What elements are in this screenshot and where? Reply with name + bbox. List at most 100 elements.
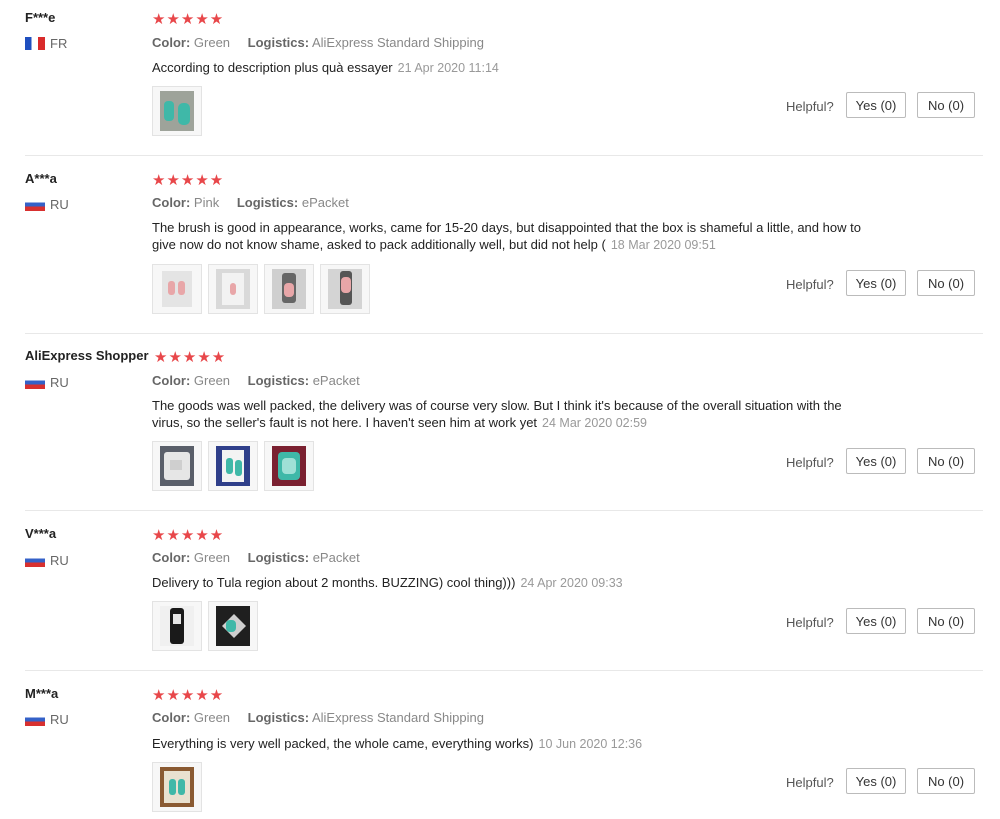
russia-flag-icon <box>25 376 45 389</box>
review-text: The brush is good in appearance, works, … <box>152 219 872 254</box>
review-divider <box>25 155 983 156</box>
review-body: The goods was well packed, the delivery … <box>152 398 842 430</box>
review-date: 10 Jun 2020 12:36 <box>538 737 643 751</box>
review-meta: Color: Green Logistics: AliExpress Stand… <box>152 710 484 725</box>
review-date: 21 Apr 2020 11:14 <box>397 61 499 75</box>
helpful-yes-button[interactable]: Yes (0) <box>846 92 906 118</box>
france-flag-icon <box>25 37 45 50</box>
logistics-label: Logistics: <box>247 550 310 565</box>
review-date: 24 Apr 2020 09:33 <box>520 576 623 590</box>
review-photo-thumbnail[interactable] <box>152 601 202 651</box>
star-rating: ★★★★★ <box>152 527 225 544</box>
review-photo-thumbnail[interactable] <box>152 86 202 136</box>
country-code: RU <box>50 197 69 212</box>
helpful-yes-button[interactable]: Yes (0) <box>846 448 906 474</box>
review-photos <box>152 601 258 651</box>
russia-flag-icon <box>25 554 45 567</box>
helpful-label: Helpful? <box>786 277 834 292</box>
review-body: Everything is very well packed, the whol… <box>152 736 534 751</box>
helpful-no-button[interactable]: No (0) <box>917 768 975 794</box>
review-photo-thumbnail[interactable] <box>152 264 202 314</box>
color-label: Color: <box>152 35 191 50</box>
helpful-no-button[interactable]: No (0) <box>917 608 975 634</box>
color-label: Color: <box>152 550 191 565</box>
review-body: The brush is good in appearance, works, … <box>152 220 861 252</box>
logistics-label: Logistics: <box>247 373 310 388</box>
reviewer-country: RU <box>25 553 69 568</box>
star-rating: ★★★★★ <box>154 349 227 366</box>
helpful-no-button[interactable]: No (0) <box>917 92 975 118</box>
review-meta: Color: Green Logistics: ePacket <box>152 373 360 388</box>
reviewer-country: RU <box>25 712 69 727</box>
review-photo-thumbnail[interactable] <box>152 762 202 812</box>
helpful-label: Helpful? <box>786 615 834 630</box>
color-label: Color: <box>152 195 191 210</box>
review-photos <box>152 264 370 314</box>
review-date: 18 Mar 2020 09:51 <box>610 238 716 252</box>
helpful-label: Helpful? <box>786 775 834 790</box>
country-code: FR <box>50 36 68 51</box>
review-meta: Color: Pink Logistics: ePacket <box>152 195 349 210</box>
helpful-no-button[interactable]: No (0) <box>917 270 975 296</box>
review-text: Delivery to Tula region about 2 months. … <box>152 574 872 592</box>
review-divider <box>25 670 983 671</box>
logistics-value: ePacket <box>301 195 349 210</box>
review-photo-thumbnail[interactable] <box>208 441 258 491</box>
logistics-value: AliExpress Standard Shipping <box>311 35 484 50</box>
review-text: According to description plus quà essaye… <box>152 59 872 77</box>
review-text: The goods was well packed, the delivery … <box>152 397 872 432</box>
star-rating: ★★★★★ <box>152 687 225 704</box>
review-photo-thumbnail[interactable] <box>152 441 202 491</box>
review-body: Delivery to Tula region about 2 months. … <box>152 575 516 590</box>
logistics-label: Logistics: <box>236 195 299 210</box>
color-value: Green <box>193 373 231 388</box>
logistics-label: Logistics: <box>247 35 310 50</box>
review-body: According to description plus quà essaye… <box>152 60 393 75</box>
helpful-label: Helpful? <box>786 455 834 470</box>
reviewer-name: A***a <box>25 171 57 186</box>
color-value: Green <box>193 710 231 725</box>
star-rating: ★★★★★ <box>152 172 225 189</box>
logistics-value: ePacket <box>312 550 360 565</box>
helpful-yes-button[interactable]: Yes (0) <box>846 768 906 794</box>
country-code: RU <box>50 375 69 390</box>
country-code: RU <box>50 712 69 727</box>
helpful-yes-button[interactable]: Yes (0) <box>846 608 906 634</box>
reviewer-country: RU <box>25 375 69 390</box>
review-photo-thumbnail[interactable] <box>208 601 258 651</box>
color-label: Color: <box>152 710 191 725</box>
review-photo-thumbnail[interactable] <box>264 441 314 491</box>
color-value: Pink <box>193 195 220 210</box>
review-divider <box>25 333 983 334</box>
reviewer-name: AliExpress Shopper <box>25 348 149 363</box>
review-photo-thumbnail[interactable] <box>208 264 258 314</box>
review-photos <box>152 441 314 491</box>
review-date: 24 Mar 2020 02:59 <box>542 416 647 430</box>
review-photo-thumbnail[interactable] <box>264 264 314 314</box>
reviewer-name: F***e <box>25 10 56 25</box>
review-photos <box>152 86 202 136</box>
reviewer-name: M***a <box>25 686 59 701</box>
logistics-value: AliExpress Standard Shipping <box>311 710 484 725</box>
reviewer-country: FR <box>25 36 67 51</box>
review-meta: Color: Green Logistics: AliExpress Stand… <box>152 35 484 50</box>
country-code: RU <box>50 553 69 568</box>
reviewer-name: V***a <box>25 526 57 541</box>
reviewer-country: RU <box>25 197 69 212</box>
color-value: Green <box>193 35 231 50</box>
color-label: Color: <box>152 373 191 388</box>
logistics-value: ePacket <box>312 373 360 388</box>
star-rating: ★★★★★ <box>152 11 225 28</box>
review-divider <box>25 510 983 511</box>
review-text: Everything is very well packed, the whol… <box>152 735 872 753</box>
helpful-no-button[interactable]: No (0) <box>917 448 975 474</box>
review-photos <box>152 762 202 812</box>
logistics-label: Logistics: <box>247 710 310 725</box>
review-meta: Color: Green Logistics: ePacket <box>152 550 360 565</box>
color-value: Green <box>193 550 231 565</box>
helpful-yes-button[interactable]: Yes (0) <box>846 270 906 296</box>
helpful-label: Helpful? <box>786 99 834 114</box>
russia-flag-icon <box>25 713 45 726</box>
review-photo-thumbnail[interactable] <box>320 264 370 314</box>
russia-flag-icon <box>25 198 45 211</box>
